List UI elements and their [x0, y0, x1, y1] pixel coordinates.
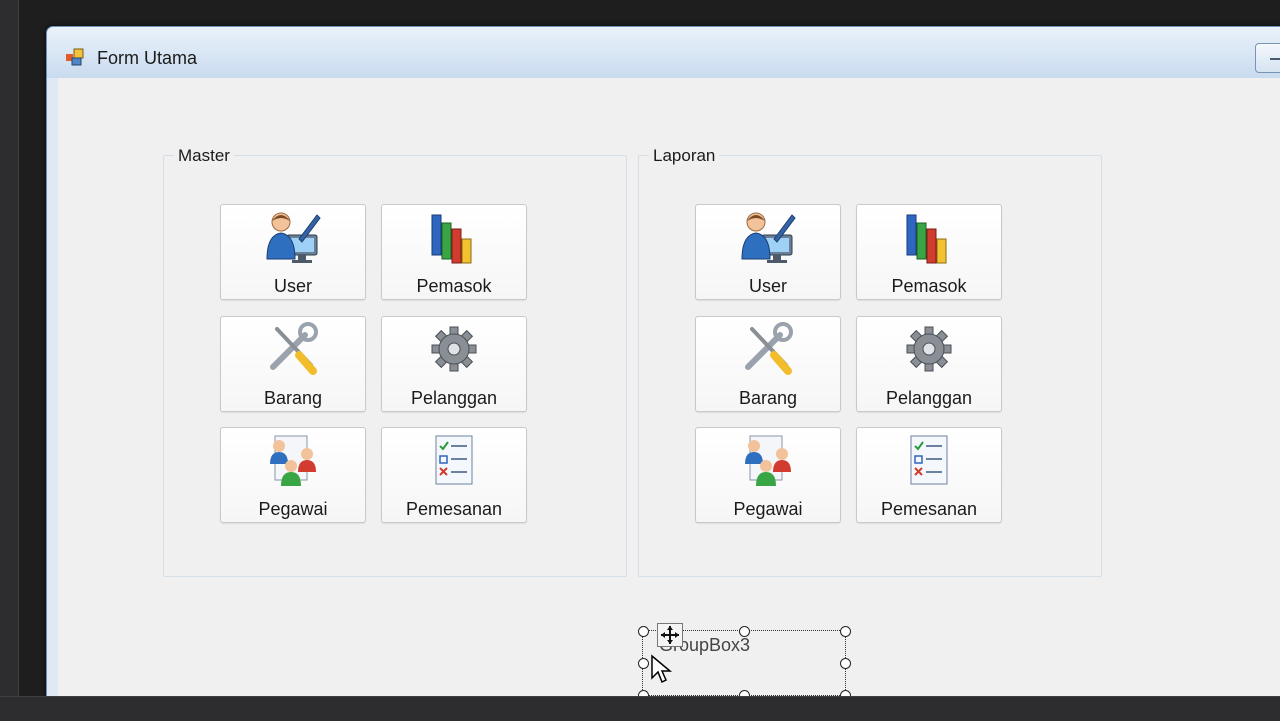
groupbox-laporan[interactable]: Laporan User Pemasok Barang Pelanggan Pe… — [638, 146, 1102, 577]
people-card-icon — [745, 435, 791, 486]
laporan-pemasok-button[interactable]: Pemasok — [856, 204, 1002, 300]
resize-handle-right[interactable] — [840, 658, 851, 669]
form-app-icon — [66, 48, 84, 66]
tile-label: Pemasok — [891, 276, 967, 296]
tile-label: Pegawai — [733, 499, 803, 519]
checklist-icon — [910, 435, 948, 485]
resize-handle-left[interactable] — [638, 658, 649, 669]
gear-icon — [906, 326, 952, 372]
master-pegawai-button[interactable]: Pegawai — [220, 427, 366, 523]
bar-chart-icon — [431, 214, 472, 264]
user-computer-icon — [266, 212, 321, 263]
tile-label: Pemasok — [416, 276, 492, 296]
move-handle-icon[interactable] — [657, 623, 683, 647]
title-bar[interactable]: Form Utama — [47, 27, 1280, 78]
form-window: Form Utama Master User Pemasok Barang Pe… — [46, 26, 1280, 704]
laporan-pegawai-button[interactable]: Pegawai — [695, 427, 841, 523]
tile-label: User — [748, 276, 787, 296]
tile-label: Pelanggan — [410, 388, 498, 408]
gear-icon — [431, 326, 477, 372]
tile-label: Pemesanan — [405, 499, 503, 519]
master-barang-button[interactable]: Barang — [220, 316, 366, 412]
tools-icon — [745, 322, 793, 375]
tile-label: Barang — [263, 388, 323, 408]
groupbox-master[interactable]: Master User Pemasok Barang Pelanggan Peg… — [163, 146, 627, 577]
laporan-barang-button[interactable]: Barang — [695, 316, 841, 412]
master-user-button[interactable]: User — [220, 204, 366, 300]
people-card-icon — [270, 435, 316, 486]
tile-label: Pegawai — [258, 499, 328, 519]
mouse-cursor-icon — [651, 654, 673, 684]
resize-handle-top-right[interactable] — [840, 626, 851, 637]
checklist-icon — [435, 435, 473, 485]
user-computer-icon — [741, 212, 796, 263]
tile-label: Pemesanan — [880, 499, 978, 519]
ide-left-panel — [0, 0, 19, 720]
tools-icon — [270, 322, 318, 375]
laporan-pelanggan-button[interactable]: Pelanggan — [856, 316, 1002, 412]
tile-label: Barang — [738, 388, 798, 408]
master-pelanggan-button[interactable]: Pelanggan — [381, 316, 527, 412]
laporan-pemesanan-button[interactable]: Pemesanan — [856, 427, 1002, 523]
tile-label: User — [273, 276, 312, 296]
resize-handle-top[interactable] — [739, 626, 750, 637]
minimize-button[interactable] — [1255, 43, 1280, 73]
groupbox-master-title: Master — [174, 146, 234, 166]
window-title: Form Utama — [97, 48, 198, 68]
master-pemesanan-button[interactable]: Pemesanan — [381, 427, 527, 523]
form-client-area: Master User Pemasok Barang Pelanggan Peg… — [58, 78, 1280, 701]
tile-label: Pelanggan — [885, 388, 973, 408]
laporan-user-button[interactable]: User — [695, 204, 841, 300]
ide-status-strip — [0, 696, 1280, 721]
master-pemasok-button[interactable]: Pemasok — [381, 204, 527, 300]
bar-chart-icon — [906, 214, 947, 264]
resize-handle-top-left[interactable] — [638, 626, 649, 637]
groupbox-laporan-title: Laporan — [649, 146, 720, 166]
